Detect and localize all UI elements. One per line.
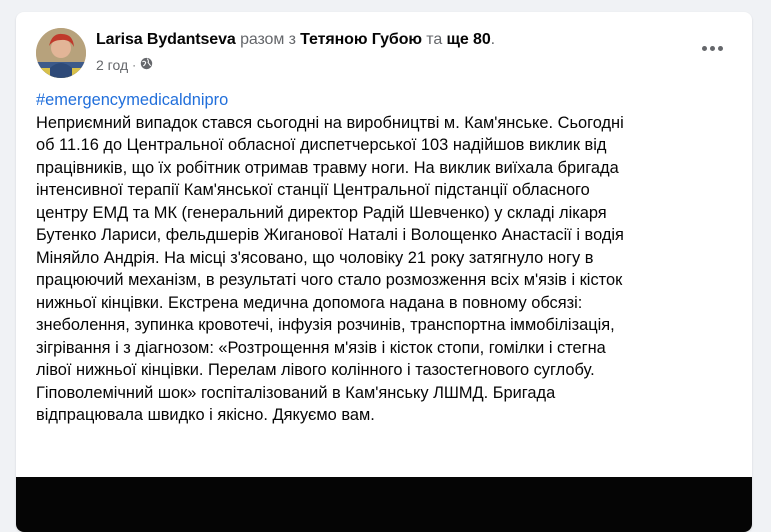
post-header: Larisa Bydantseva разом з Тетяною Губою … [16,12,752,82]
post-text-line: Бутенко Лариси, фельдшерів Жиганової Нат… [36,226,624,244]
post-text-line: відпрацювала швидко і якісно. Дякуємо ва… [36,406,375,424]
post-card: Larisa Bydantseva разом з Тетяною Губою … [16,12,752,532]
post-body: #emergencymedicaldnipro Неприємний випад… [36,89,742,427]
post-text-line: Неприємний випадок стався сьогодні на ви… [36,113,624,132]
post-text-line: Міняйло Андрія. На місці з'ясовано, що ч… [36,248,594,267]
post-meta: 2 год · [96,57,153,73]
end-punct: . [490,31,495,48]
timestamp[interactable]: 2 год [96,57,128,73]
author-name[interactable]: Larisa Bydantseva [96,31,236,48]
author-line: Larisa Bydantseva разом з Тетяною Губою … [96,31,495,49]
post-text-line: працюючий механізм, в результаті чого ст… [36,271,623,289]
globe-icon [140,57,153,73]
post-text-line: Гіповолемічний шок» госпіталізований в К… [36,383,556,402]
post-text-line: знеболення, зупинка кровотечі, інфузія р… [36,316,615,334]
post-text-line: зігрівання і з діагнозом: «Розтрощення м… [36,338,606,357]
with-text: разом з [235,31,301,48]
post-text-line: нижньої кінцівки. Екстрена медична допом… [36,293,583,312]
hashtag-link[interactable]: #emergencymedicaldnipro [36,89,742,112]
others-link[interactable]: ще 80 [446,31,490,48]
more-options-icon[interactable] [700,42,724,54]
post-text-line: працівників, що їх робітник отримав трав… [36,158,619,177]
post-text-line: інтенсивної терапії Кам'янської станції … [36,181,590,199]
post-text-line: центру ЕМД та МК (генеральний директор Р… [36,203,607,222]
separator-dot: · [132,58,137,72]
and-text: та [421,31,447,48]
post-text-line: лівої нижньої кінцівки. Перелам лівого к… [36,361,595,379]
avatar[interactable] [36,28,86,78]
tagged-person[interactable]: Тетяною Губою [300,31,422,48]
post-text-line: об 11.16 до Центральної обласної диспетч… [36,136,607,154]
post-media[interactable] [16,477,752,532]
